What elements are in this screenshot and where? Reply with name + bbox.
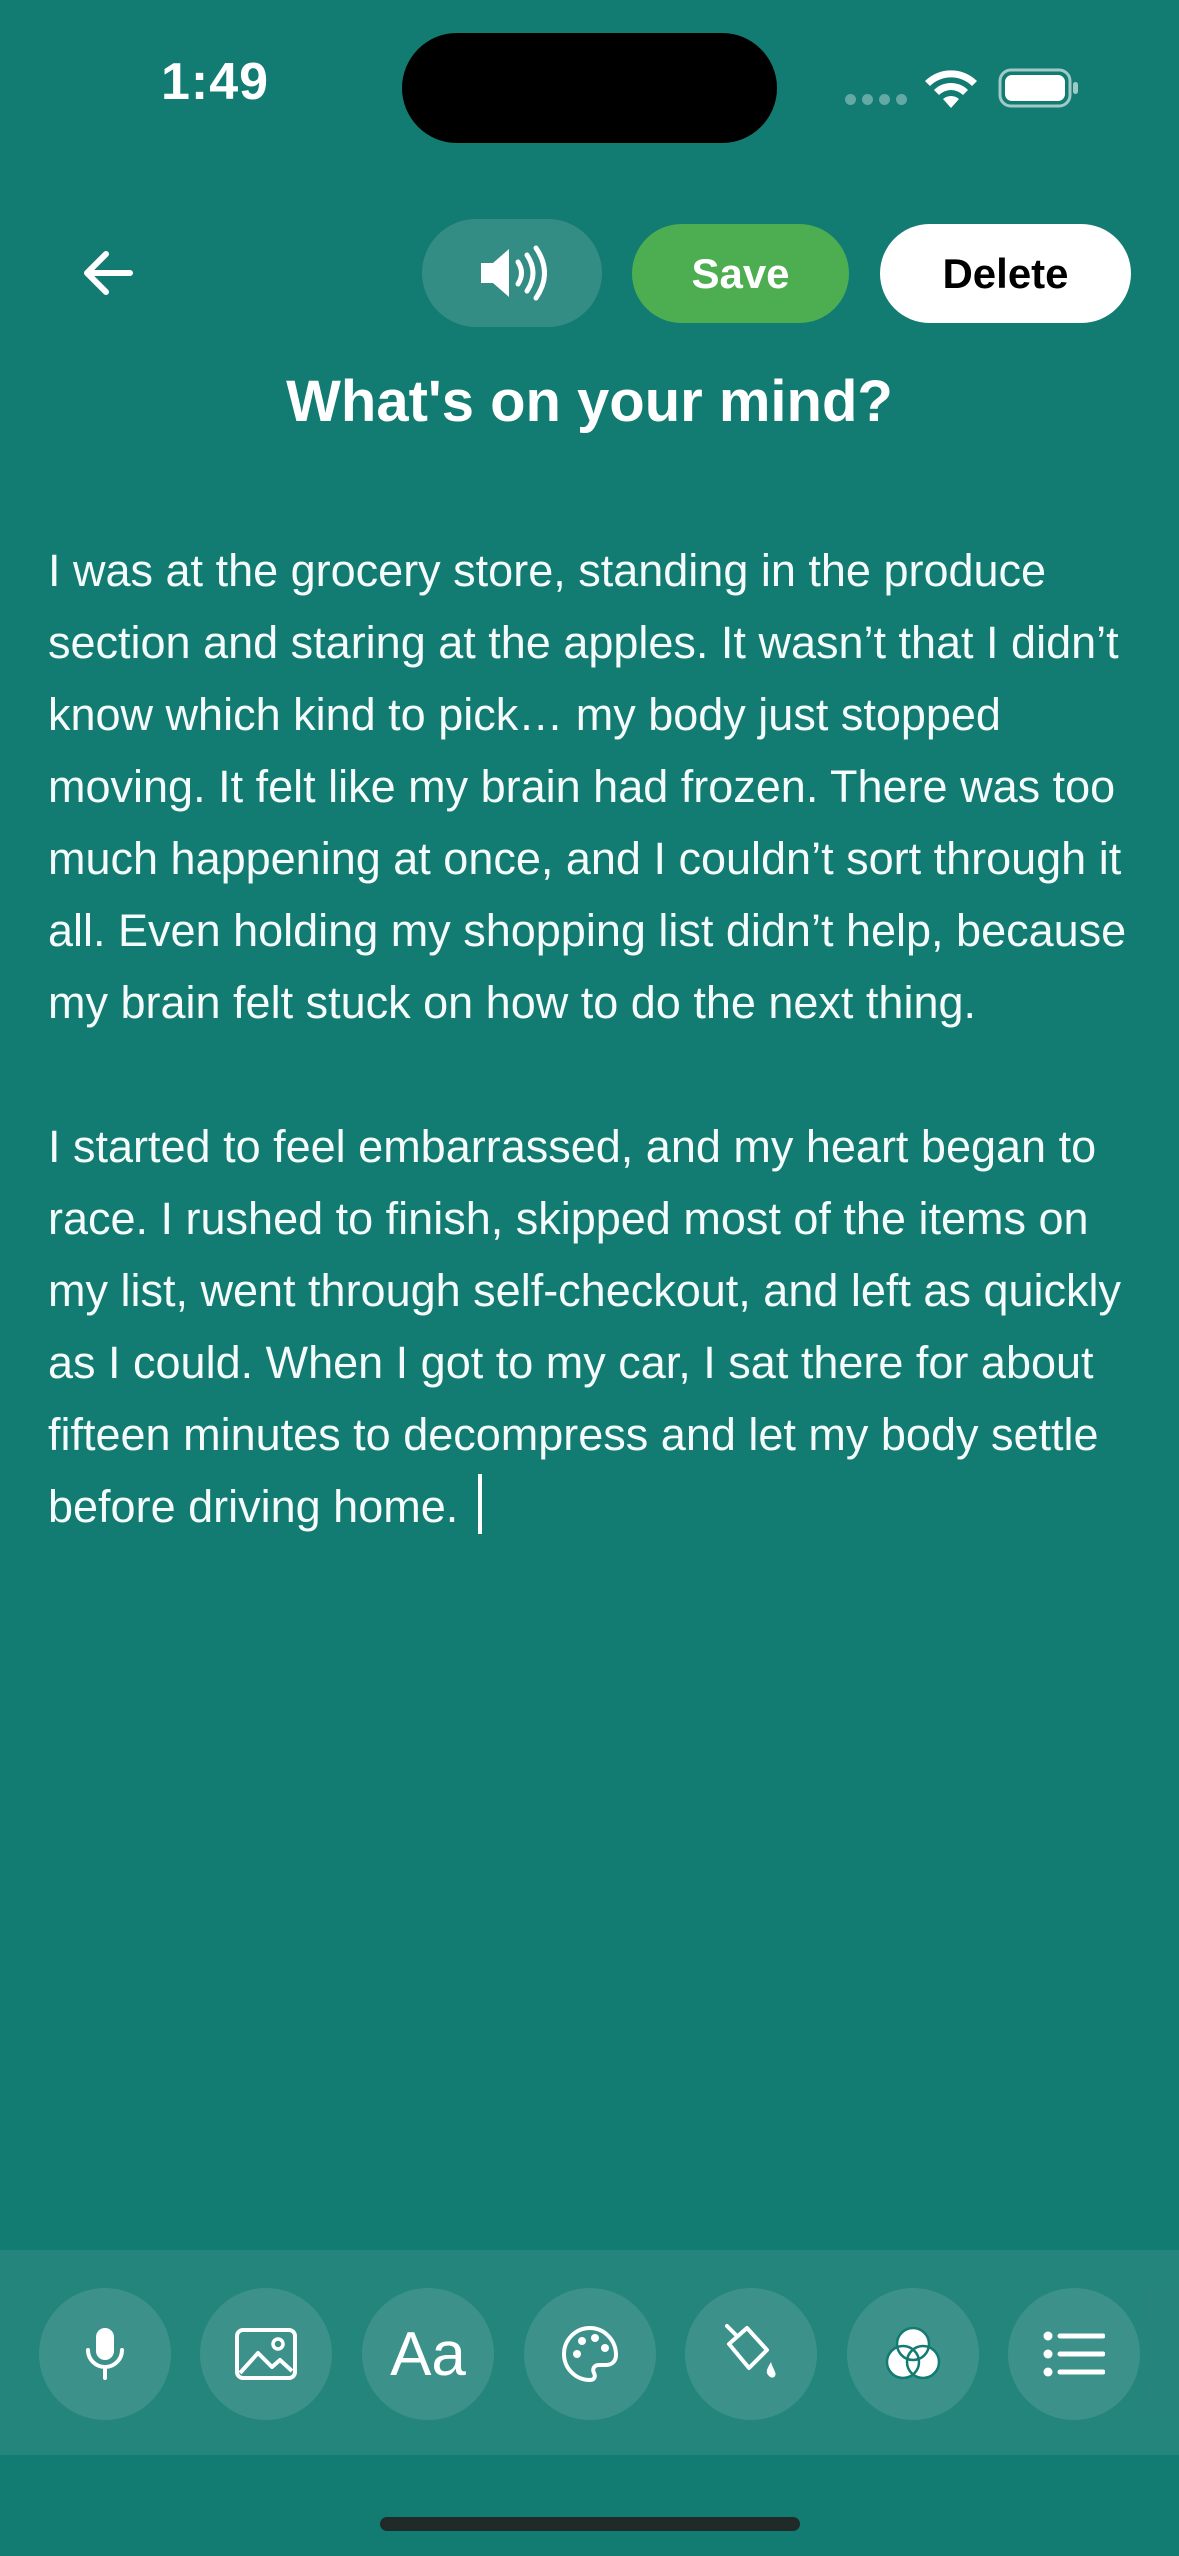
battery-icon <box>998 68 1078 108</box>
text-cursor <box>478 1474 483 1534</box>
page-title: What's on your mind? <box>286 369 893 434</box>
back-button[interactable] <box>70 235 146 311</box>
color-filter-icon <box>885 2326 941 2380</box>
formatting-toolbar: Aa <box>0 2250 1179 2455</box>
editor-paragraph: I started to feel embarrassed, and my he… <box>48 1111 1148 1543</box>
microphone-button[interactable] <box>39 2288 171 2420</box>
save-button[interactable]: Save <box>632 224 849 323</box>
cellular-signal-icon <box>845 94 907 106</box>
wifi-icon <box>925 70 977 108</box>
list-button[interactable] <box>1008 2288 1140 2420</box>
font-button[interactable]: Aa <box>362 2288 494 2420</box>
read-aloud-button[interactable] <box>422 219 602 327</box>
image-icon <box>235 2328 297 2380</box>
journal-text-editor[interactable]: I was at the grocery store, standing in … <box>48 535 1148 1615</box>
microphone-icon <box>86 2328 124 2380</box>
list-icon <box>1043 2331 1105 2377</box>
arrow-left-icon <box>84 251 133 295</box>
insert-image-button[interactable] <box>200 2288 332 2420</box>
color-filter-button[interactable] <box>847 2288 979 2420</box>
status-time: 1:49 <box>160 53 270 111</box>
editor-paragraph-text: I started to feel embarrassed, and my he… <box>48 1121 1121 1532</box>
status-bar: 1:49 <box>0 0 1179 170</box>
home-indicator[interactable] <box>380 2517 800 2531</box>
theme-palette-button[interactable] <box>524 2288 656 2420</box>
font-icon: Aa <box>390 2319 466 2389</box>
background-fill-button[interactable] <box>685 2288 817 2420</box>
delete-button[interactable]: Delete <box>880 224 1131 323</box>
paint-bucket-icon <box>725 2324 776 2378</box>
editor-paragraph: I was at the grocery store, standing in … <box>48 545 1127 1028</box>
dynamic-island <box>402 33 777 143</box>
speaker-volume-icon <box>481 245 547 301</box>
palette-icon <box>562 2325 619 2383</box>
